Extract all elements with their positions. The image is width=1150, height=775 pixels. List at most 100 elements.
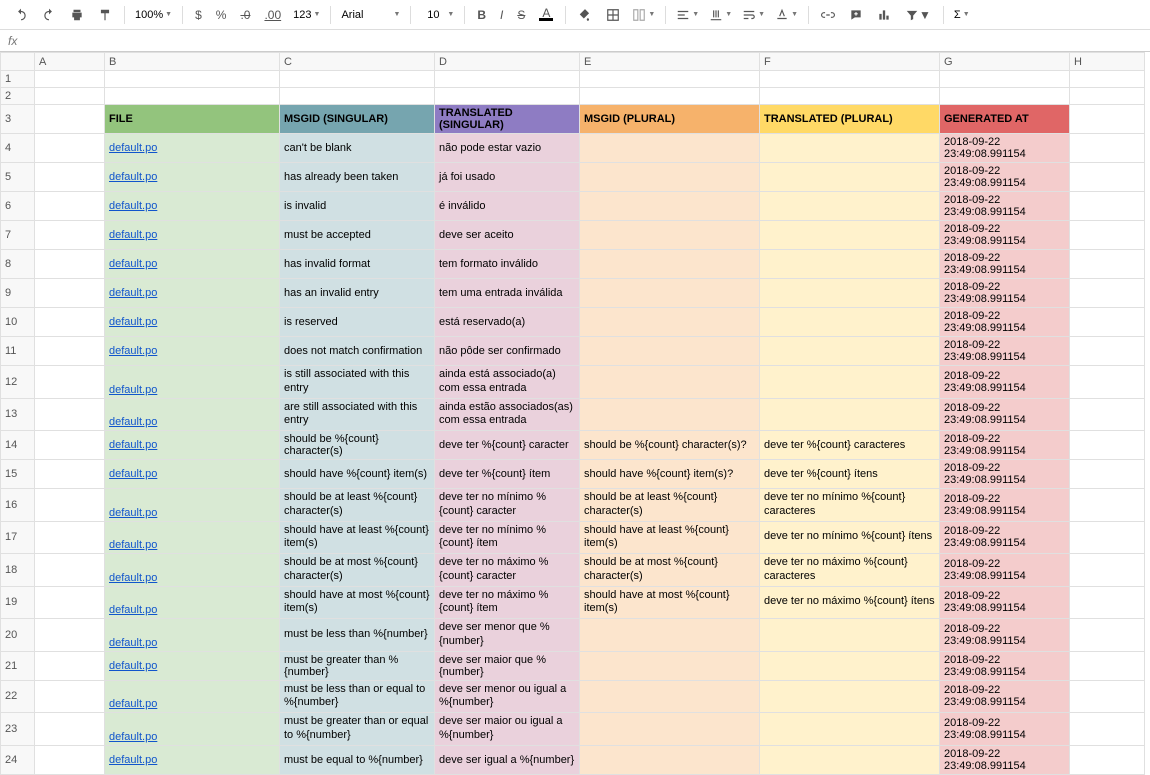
paint-format-button[interactable] xyxy=(92,4,118,26)
cell[interactable] xyxy=(35,163,105,192)
file-cell[interactable]: default.po xyxy=(105,619,280,652)
generated-cell[interactable]: 2018-09-22 23:49:08.991154 xyxy=(940,713,1070,746)
cell[interactable] xyxy=(35,250,105,279)
cell[interactable] xyxy=(35,745,105,774)
cell[interactable] xyxy=(1070,680,1145,713)
cell[interactable] xyxy=(435,71,580,88)
translated-singular-cell[interactable]: deve ser igual a %{number} xyxy=(435,745,580,774)
file-cell[interactable]: default.po xyxy=(105,554,280,587)
file-cell[interactable]: default.po xyxy=(105,134,280,163)
msgid-singular-cell[interactable]: does not match confirmation xyxy=(280,337,435,366)
translated-singular-cell[interactable]: tem uma entrada inválida xyxy=(435,279,580,308)
file-link[interactable]: default.po xyxy=(109,229,157,241)
translated-plural-cell[interactable]: deve ter no mínimo %{count} caracteres xyxy=(760,489,940,522)
translated-plural-cell[interactable]: deve ter %{count} caracteres xyxy=(760,431,940,460)
msgid-singular-cell[interactable]: must be greater than %{number} xyxy=(280,651,435,680)
translated-singular-cell[interactable]: deve ter %{count} ítem xyxy=(435,460,580,489)
translated-singular-cell[interactable]: ainda estão associados(as) com essa entr… xyxy=(435,398,580,431)
file-link[interactable]: default.po xyxy=(109,604,157,616)
msgid-singular-cell[interactable]: should have at most %{count} item(s) xyxy=(280,586,435,619)
filter-button[interactable]: ▼ xyxy=(899,4,937,26)
increase-decimal-button[interactable]: .00 xyxy=(258,4,287,26)
cell[interactable] xyxy=(35,192,105,221)
translated-singular-cell[interactable]: deve ser maior que %{number} xyxy=(435,651,580,680)
translated-plural-cell[interactable] xyxy=(760,398,940,431)
cell[interactable] xyxy=(35,337,105,366)
msgid-singular-cell[interactable]: should have at least %{count} item(s) xyxy=(280,521,435,554)
cell[interactable] xyxy=(105,71,280,88)
font-size-dropdown[interactable]: ▼ xyxy=(417,7,458,23)
msgid-singular-cell[interactable]: has already been taken xyxy=(280,163,435,192)
cell[interactable] xyxy=(1070,337,1145,366)
translated-plural-cell[interactable] xyxy=(760,366,940,399)
msgid-singular-cell[interactable]: must be greater than or equal to %{numbe… xyxy=(280,713,435,746)
file-link[interactable]: default.po xyxy=(109,637,157,649)
translated-singular-cell[interactable]: deve ter no mínimo %{count} ítem xyxy=(435,521,580,554)
row-header[interactable]: 17 xyxy=(1,521,35,554)
row-header[interactable]: 5 xyxy=(1,163,35,192)
msgid-plural-cell[interactable] xyxy=(580,366,760,399)
cell[interactable] xyxy=(1070,431,1145,460)
generated-cell[interactable]: 2018-09-22 23:49:08.991154 xyxy=(940,680,1070,713)
msgid-plural-cell[interactable] xyxy=(580,221,760,250)
cell[interactable] xyxy=(35,713,105,746)
generated-cell[interactable]: 2018-09-22 23:49:08.991154 xyxy=(940,250,1070,279)
cell[interactable] xyxy=(1070,460,1145,489)
row-header[interactable]: 11 xyxy=(1,337,35,366)
translated-singular-cell[interactable]: não pode estar vazio xyxy=(435,134,580,163)
number-format-dropdown[interactable]: 123 ▼ xyxy=(289,7,324,23)
translated-plural-cell[interactable] xyxy=(760,308,940,337)
msgid-plural-cell[interactable] xyxy=(580,163,760,192)
file-cell[interactable]: default.po xyxy=(105,713,280,746)
header-file[interactable]: FILE xyxy=(105,105,280,134)
translated-plural-cell[interactable]: deve ter no máximo %{count} caracteres xyxy=(760,554,940,587)
header-msgid-plural[interactable]: MSGID (PLURAL) xyxy=(580,105,760,134)
cell[interactable] xyxy=(35,460,105,489)
msgid-singular-cell[interactable]: should be %{count} character(s) xyxy=(280,431,435,460)
cell[interactable] xyxy=(35,366,105,399)
cell[interactable] xyxy=(35,651,105,680)
translated-singular-cell[interactable]: é inválido xyxy=(435,192,580,221)
cell[interactable] xyxy=(1070,163,1145,192)
text-wrap-dropdown[interactable]: ▼ xyxy=(738,6,769,24)
file-link[interactable]: default.po xyxy=(109,258,157,270)
row-header[interactable]: 21 xyxy=(1,651,35,680)
file-cell[interactable]: default.po xyxy=(105,308,280,337)
column-header-B[interactable]: B xyxy=(105,53,280,71)
translated-plural-cell[interactable]: deve ter no mínimo %{count} ítens xyxy=(760,521,940,554)
cell[interactable] xyxy=(35,71,105,88)
msgid-plural-cell[interactable] xyxy=(580,279,760,308)
font-name-dropdown[interactable]: ▼ xyxy=(337,7,404,23)
msgid-plural-cell[interactable] xyxy=(580,619,760,652)
generated-cell[interactable]: 2018-09-22 23:49:08.991154 xyxy=(940,221,1070,250)
generated-cell[interactable]: 2018-09-22 23:49:08.991154 xyxy=(940,134,1070,163)
cell[interactable] xyxy=(1070,651,1145,680)
row-header[interactable]: 8 xyxy=(1,250,35,279)
generated-cell[interactable]: 2018-09-22 23:49:08.991154 xyxy=(940,521,1070,554)
file-link[interactable]: default.po xyxy=(109,142,157,154)
cell[interactable] xyxy=(435,88,580,105)
percent-button[interactable]: % xyxy=(210,4,233,26)
cell[interactable] xyxy=(1070,619,1145,652)
msgid-singular-cell[interactable]: can't be blank xyxy=(280,134,435,163)
cell[interactable] xyxy=(35,586,105,619)
msgid-singular-cell[interactable]: must be equal to %{number} xyxy=(280,745,435,774)
translated-singular-cell[interactable]: não pôde ser confirmado xyxy=(435,337,580,366)
msgid-singular-cell[interactable]: has an invalid entry xyxy=(280,279,435,308)
msgid-plural-cell[interactable] xyxy=(580,250,760,279)
cell[interactable] xyxy=(35,489,105,522)
generated-cell[interactable]: 2018-09-22 23:49:08.991154 xyxy=(940,366,1070,399)
cell[interactable] xyxy=(1070,308,1145,337)
msgid-plural-cell[interactable] xyxy=(580,308,760,337)
column-header-H[interactable]: H xyxy=(1070,53,1145,71)
translated-plural-cell[interactable] xyxy=(760,337,940,366)
column-header-A[interactable]: A xyxy=(35,53,105,71)
formula-input[interactable] xyxy=(30,30,1150,51)
msgid-plural-cell[interactable] xyxy=(580,745,760,774)
cell[interactable] xyxy=(1070,134,1145,163)
cell[interactable] xyxy=(940,71,1070,88)
font-name-field[interactable] xyxy=(341,9,391,21)
cell[interactable] xyxy=(35,221,105,250)
file-link[interactable]: default.po xyxy=(109,660,157,672)
file-link[interactable]: default.po xyxy=(109,439,157,451)
